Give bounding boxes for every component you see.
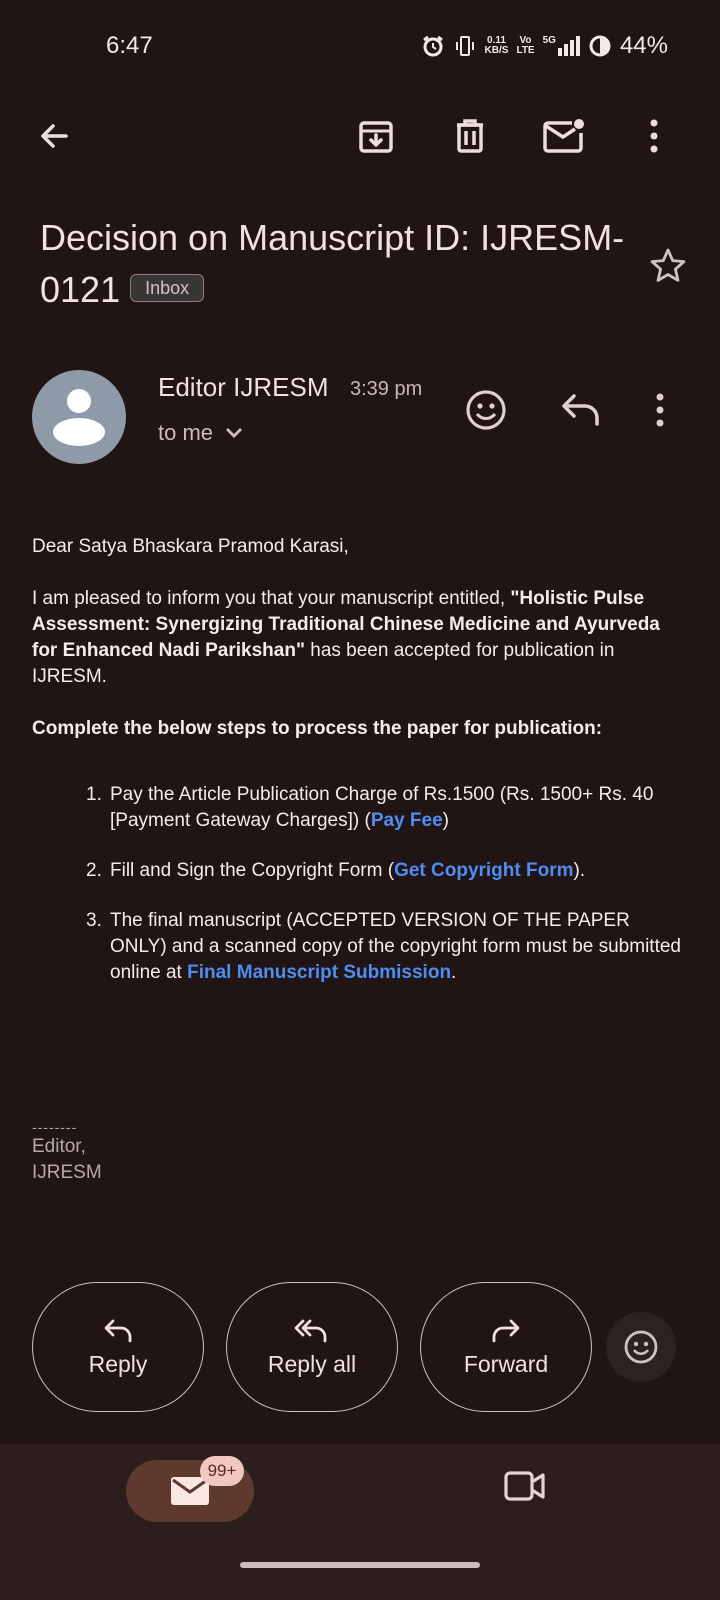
signature-org: IJRESM: [32, 1162, 102, 1183]
more-options-button[interactable]: [630, 112, 678, 160]
volte-indicator: Vo LTE: [516, 35, 535, 56]
add-reaction-button[interactable]: [464, 388, 508, 437]
archive-button[interactable]: [352, 112, 400, 160]
mail-unread-icon: [543, 119, 584, 153]
signature-separator: --------: [32, 1119, 78, 1135]
reply-pill-button[interactable]: Reply: [32, 1282, 204, 1412]
greeting: Dear Satya Bhaskara Pramod Karasi,: [32, 536, 349, 557]
reply-icon: [562, 394, 599, 426]
nav-meet-tab[interactable]: [504, 1470, 546, 1507]
reply-icon: [104, 1319, 132, 1342]
list-item: 2. Fill and Sign the Copyright Form (Get …: [86, 860, 586, 881]
recipient-label: to me: [158, 420, 214, 445]
vibrate-icon: [455, 36, 474, 56]
reply-label: Reply: [88, 1350, 148, 1377]
status-time: 6:47: [106, 32, 153, 59]
label-badge[interactable]: Inbox: [130, 274, 205, 303]
unread-count-badge: 99+: [200, 1456, 244, 1486]
more-vert-icon: [656, 393, 664, 427]
steps-heading: Complete the below steps to process the …: [32, 718, 603, 739]
emoji-icon: [466, 390, 506, 430]
sender-avatar[interactable]: [32, 370, 126, 464]
video-camera-icon: [504, 1471, 545, 1501]
chevron-down-icon: [226, 428, 243, 438]
alarm-icon: [422, 35, 443, 57]
signal-icon: 5G: [543, 36, 580, 56]
status-bar: 6:47 0.11 KB/S Vo LTE 5G 44%: [0, 0, 720, 96]
list-item: 1. Pay the Article Publication Charge of …: [86, 784, 654, 831]
delete-button[interactable]: [446, 112, 494, 160]
arrow-left-icon: [41, 124, 68, 148]
net-speed: 0.11 KB/S: [484, 35, 509, 56]
email-body: Dear Satya Bhaskara Pramod Karasi, I am …: [32, 534, 682, 986]
person-icon: [53, 389, 105, 446]
copyright-form-link[interactable]: Get Copyright Form: [394, 860, 573, 881]
signature: -------- Editor, IJRESM: [32, 1120, 102, 1186]
more-vert-icon: [650, 119, 658, 153]
sent-time: 3:39 pm: [350, 378, 423, 400]
archive-icon: [359, 121, 393, 153]
subject-text: Decision on Manuscript ID: IJRESM-0121: [40, 217, 625, 310]
status-icons: 0.11 KB/S Vo LTE 5G 44%: [421, 32, 668, 60]
sender-name[interactable]: Editor IJRESM: [158, 372, 329, 403]
steps-list: 1. Pay the Article Publication Charge of …: [32, 782, 682, 986]
star-button[interactable]: [648, 246, 688, 291]
battery-icon: [589, 35, 611, 57]
recipient-details[interactable]: to me: [158, 420, 243, 446]
battery-percent: 44%: [619, 32, 668, 59]
reply-all-pill-button[interactable]: Reply all: [226, 1282, 398, 1412]
bottom-navigation: 99+: [0, 1444, 720, 1600]
reply-all-label: Reply all: [267, 1350, 357, 1377]
acceptance-paragraph: I am pleased to inform you that your man…: [32, 588, 660, 687]
signature-title: Editor,: [32, 1136, 86, 1157]
emoji-reaction-button[interactable]: [606, 1312, 676, 1382]
forward-label: Forward: [463, 1350, 549, 1377]
pay-fee-link[interactable]: Pay Fee: [371, 810, 443, 831]
star-icon: [650, 248, 686, 282]
mark-unread-button[interactable]: [540, 112, 588, 160]
home-gesture-bar[interactable]: [240, 1562, 480, 1568]
reply-button[interactable]: [560, 390, 602, 435]
final-submission-link[interactable]: Final Manuscript Submission: [187, 962, 451, 983]
forward-icon: [492, 1319, 520, 1342]
trash-icon: [457, 119, 483, 153]
back-button[interactable]: [30, 112, 78, 160]
email-subject: Decision on Manuscript ID: IJRESM-0121 In…: [40, 212, 640, 316]
message-more-button[interactable]: [654, 392, 666, 433]
forward-pill-button[interactable]: Forward: [420, 1282, 592, 1412]
emoji-icon: [624, 1330, 658, 1364]
list-item: 3. The final manuscript (ACCEPTED VERSION…: [86, 910, 681, 983]
reply-all-icon: [294, 1319, 327, 1342]
